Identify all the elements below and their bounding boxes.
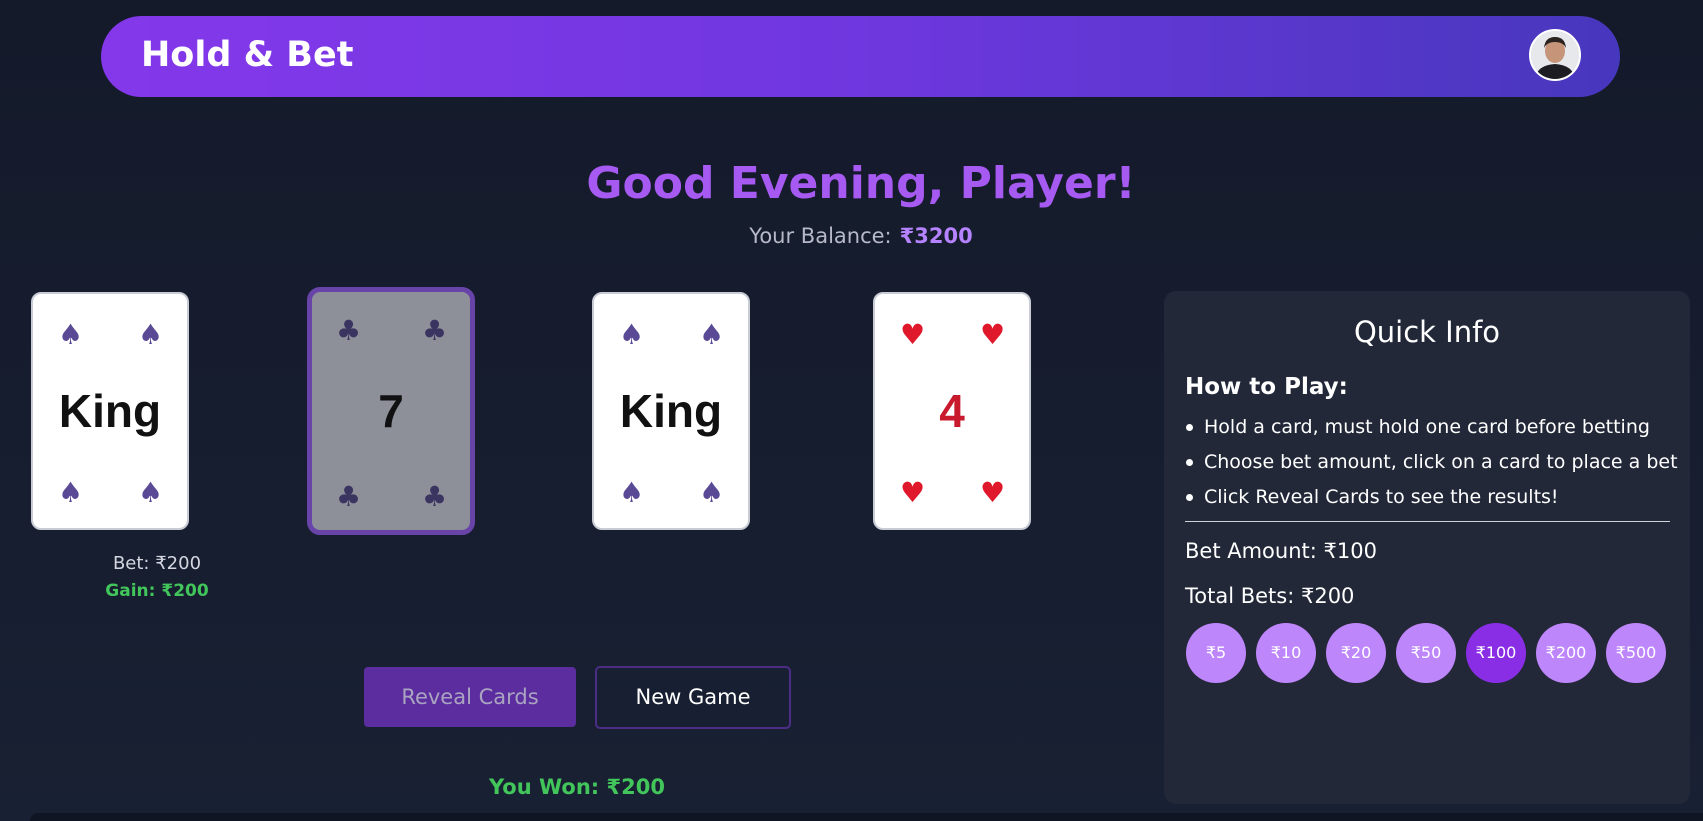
card-rank: 4 bbox=[939, 385, 965, 437]
chip-500[interactable]: ₹500 bbox=[1606, 623, 1666, 683]
rule-item: Choose bet amount, click on a card to pl… bbox=[1185, 448, 1678, 483]
chip-10[interactable]: ₹10 bbox=[1256, 623, 1316, 683]
bullet-icon bbox=[1186, 424, 1193, 431]
app-header: Hold & Bet bbox=[101, 16, 1620, 97]
card-4[interactable]: ♥ ♥ 4 ♥ ♥ bbox=[873, 292, 1031, 530]
rule-item: Hold a card, must hold one card before b… bbox=[1185, 413, 1665, 448]
rule-text: Hold a card, must hold one card before b… bbox=[1204, 416, 1650, 438]
rule-item: Click Reveal Cards to see the results! bbox=[1185, 483, 1665, 518]
rule-text: Click Reveal Cards to see the results! bbox=[1204, 486, 1559, 508]
new-game-button[interactable]: New Game bbox=[595, 666, 791, 729]
chip-selector: ₹5 ₹10 ₹20 ₹50 ₹100 ₹200 ₹500 bbox=[1186, 623, 1686, 685]
chip-100-selected[interactable]: ₹100 bbox=[1466, 623, 1526, 683]
rule-text: Choose bet amount, click on a card to pl… bbox=[1204, 451, 1678, 473]
chip-20[interactable]: ₹20 bbox=[1326, 623, 1386, 683]
quick-info-panel: Quick Info How to Play: Hold a card, mus… bbox=[1164, 291, 1690, 804]
club-icon: ♣ bbox=[422, 480, 448, 513]
quick-info-title: Quick Info bbox=[1353, 315, 1501, 349]
reveal-cards-button[interactable]: Reveal Cards bbox=[364, 667, 576, 727]
divider bbox=[1185, 521, 1670, 522]
app-title: Hold & Bet bbox=[141, 35, 354, 75]
how-to-play-title: How to Play: bbox=[1185, 374, 1348, 400]
spade-icon: ♠ bbox=[699, 476, 725, 509]
bet-amount: Bet Amount: ₹100 bbox=[1185, 539, 1377, 563]
card-1[interactable]: ♠ ♠ King ♠ ♠ bbox=[31, 292, 189, 530]
bullet-icon bbox=[1186, 494, 1193, 501]
club-icon: ♣ bbox=[336, 480, 362, 513]
spade-icon: ♠ bbox=[138, 476, 164, 509]
balance-row: Your Balance: ₹3200 bbox=[0, 222, 1703, 250]
result-text: You Won: ₹200 bbox=[489, 775, 665, 799]
chip-200[interactable]: ₹200 bbox=[1536, 623, 1596, 683]
card-2-held[interactable]: ♣ ♣ 7 ♣ ♣ bbox=[307, 287, 475, 535]
spade-icon: ♠ bbox=[58, 476, 84, 509]
greeting-title: Good Evening, Player! bbox=[586, 158, 1136, 209]
bullet-icon bbox=[1186, 459, 1193, 466]
card-1-bet: Bet: ₹200 bbox=[112, 553, 202, 574]
card-rank: King bbox=[58, 385, 162, 437]
user-avatar-icon[interactable] bbox=[1529, 29, 1581, 81]
card-3[interactable]: ♠ ♠ King ♠ ♠ bbox=[592, 292, 750, 530]
balance-value: ₹3200 bbox=[899, 224, 973, 248]
spade-icon: ♠ bbox=[619, 476, 645, 509]
card-1-gain: Gain: ₹200 bbox=[105, 581, 209, 601]
chip-50[interactable]: ₹50 bbox=[1396, 623, 1456, 683]
heart-icon: ♥ bbox=[980, 476, 1006, 509]
rules-list: Hold a card, must hold one card before b… bbox=[1185, 413, 1678, 518]
heart-icon: ♥ bbox=[900, 476, 926, 509]
card-rank: King bbox=[619, 385, 723, 437]
bottom-section-edge bbox=[30, 813, 1703, 821]
total-bets: Total Bets: ₹200 bbox=[1185, 584, 1355, 608]
chip-5[interactable]: ₹5 bbox=[1186, 623, 1246, 683]
balance-label: Your Balance: bbox=[749, 224, 892, 248]
